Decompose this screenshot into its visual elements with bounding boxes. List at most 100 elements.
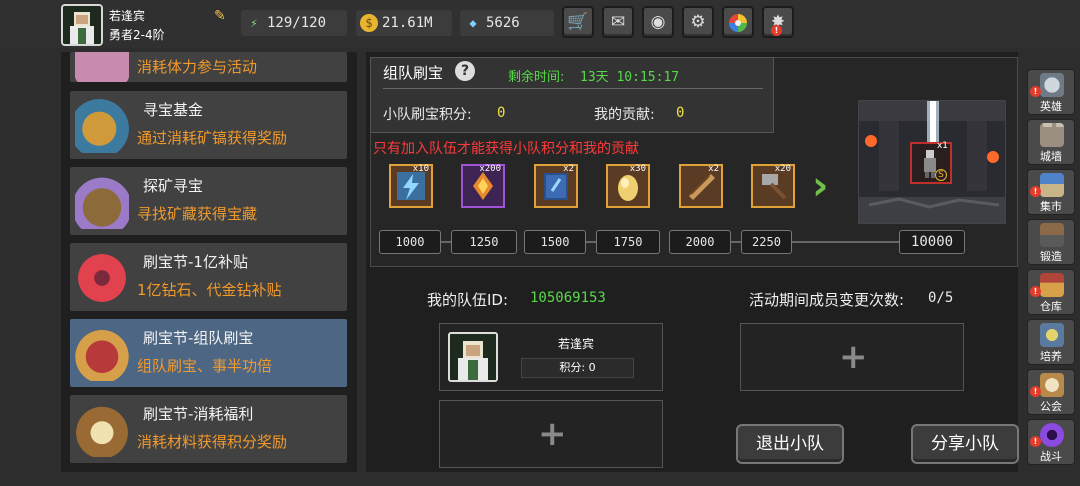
hammer-icon[interactable]: x20 (751, 164, 795, 208)
gem-stat: ◆ 5626 (460, 10, 554, 36)
event-item-treasure-fund[interactable]: 寻宝基金 通过消耗矿镐获得奖励 (70, 91, 347, 159)
top-bar: 若逢宾 勇者2-4阶 ✎ ⚡ 129/120 $ 21.61M ◆ 5626 🛒… (0, 0, 1080, 48)
track-segment (792, 241, 899, 243)
sidebar-label: 战斗 (1040, 450, 1062, 463)
milestone: 1750 (596, 230, 660, 254)
reward-count: x2 (708, 164, 719, 174)
event-item-team-treasure[interactable]: 刷宝节-组队刷宝 组队刷宝、事半功倍 (70, 319, 347, 387)
event-item-mining[interactable]: 探矿寻宝 寻找矿藏获得宝藏 (70, 167, 347, 235)
track-segment (441, 241, 451, 243)
sidebar-label: 锻造 (1040, 250, 1062, 263)
anvil-icon (1040, 223, 1064, 247)
market-icon (1040, 173, 1064, 197)
player-avatar[interactable] (61, 4, 103, 46)
gamepad-icon[interactable]: ◉ (642, 6, 674, 38)
helmet-icon (1040, 73, 1064, 97)
milestone-final: 10000 (899, 230, 965, 254)
milestone: 1000 (379, 230, 441, 254)
divider (383, 88, 763, 89)
event-title: 刷宝节-1亿补贴 (143, 253, 248, 271)
member-name: 若逢宾 (558, 337, 595, 351)
leave-team-button[interactable]: 退出小队 (736, 424, 844, 464)
milestone: 1250 (451, 230, 517, 254)
wall-icon (1040, 123, 1064, 147)
team-id-label: 我的队伍ID: (427, 291, 509, 309)
reward-count: x30 (629, 164, 646, 174)
event-icon (75, 52, 129, 82)
scroll-icon[interactable]: x2 (679, 164, 723, 208)
sidebar-item-market[interactable]: 集市 ! (1027, 169, 1075, 215)
edit-name-icon[interactable]: ✎ (214, 8, 230, 24)
next-arrow-icon[interactable]: › (812, 164, 838, 208)
help-icon[interactable]: ? (455, 61, 475, 81)
member-slot-empty[interactable]: + (740, 323, 964, 391)
portal-icon (1040, 423, 1064, 447)
grade-badge: S (935, 169, 947, 181)
cultivate-icon (1040, 323, 1064, 347)
sidebar-item-hero[interactable]: 英雄 ! (1027, 69, 1075, 115)
reward-count: x20 (774, 164, 791, 174)
gold-value: 21.61M (382, 15, 433, 31)
sidebar-label: 培养 (1040, 350, 1062, 363)
sidebar-item-guild[interactable]: 公会 ! (1027, 369, 1075, 415)
sidebar-item-battle[interactable]: 战斗 ! (1027, 419, 1075, 465)
sidebar-label: 城墙 (1040, 150, 1062, 163)
skill-book-icon[interactable]: x2 (534, 164, 578, 208)
color-wheel-icon[interactable] (722, 6, 754, 38)
track-segment (586, 241, 596, 243)
alert-badge: ! (1030, 286, 1041, 297)
remaining-label: 剩余时间: (508, 70, 565, 85)
red-flower-icon (75, 251, 129, 305)
sidebar-item-cultivate[interactable]: 培养 (1027, 319, 1075, 365)
alert-badge: ! (1030, 86, 1041, 97)
reward-count: x1 (936, 141, 948, 151)
member-slot-1[interactable]: 若逢宾 积分: 0 (439, 323, 663, 391)
shop-cart-icon[interactable]: 🛒 (562, 6, 594, 38)
sidebar-item-forge[interactable]: 锻造 (1027, 219, 1075, 265)
my-contrib-label: 我的贡献: (594, 107, 655, 123)
treasure-bag-icon (75, 99, 129, 153)
alert-badge: ! (771, 25, 782, 36)
sidebar-item-warehouse[interactable]: 仓库 ! (1027, 269, 1075, 315)
my-contrib-value: 0 (676, 105, 685, 121)
reward-count: x200 (479, 164, 501, 174)
sidebar-item-wall[interactable]: 城墙 (1027, 119, 1075, 165)
member-score: 积分: 0 (521, 358, 634, 378)
player-name: 若逢宾 (109, 9, 146, 23)
member-slot-empty[interactable]: + (439, 400, 663, 468)
reward-count: x10 (412, 164, 429, 174)
join-warning: 只有加入队伍才能获得小队积分和我的贡献 (373, 141, 639, 157)
stamina-value: 129/120 (267, 15, 327, 31)
event-title: 寻宝基金 (143, 101, 204, 119)
reward-count: x2 (563, 164, 574, 174)
track-segment (731, 241, 741, 243)
event-desc: 组队刷宝、事半功倍 (137, 357, 273, 375)
fire-crystal-icon[interactable]: x200 (461, 164, 505, 208)
golden-egg-icon[interactable]: x30 (606, 164, 650, 208)
event-item-stamina[interactable]: 消耗体力参与活动 (70, 52, 347, 82)
grand-reward-item[interactable]: x1 S (910, 141, 952, 184)
event-item-subsidy[interactable]: 刷宝节-1亿补贴 1亿钻石、代金钻补贴 (70, 243, 347, 311)
event-desc: 消耗材料获得积分奖励 (137, 433, 288, 451)
milestone: 1500 (524, 230, 586, 254)
panel-title: 组队刷宝 (383, 64, 444, 82)
event-desc: 寻找矿藏获得宝藏 (137, 205, 258, 223)
settings-gear-icon[interactable]: ⚙ (682, 6, 714, 38)
team-id-value: 105069153 (530, 290, 606, 306)
remaining-value: 13天 10:15:17 (580, 70, 680, 85)
gold-stat: $ 21.61M (356, 10, 452, 36)
lightning-scroll-icon[interactable]: x10 (389, 164, 433, 208)
milestone: 2250 (741, 230, 792, 254)
add-member-icon[interactable]: + (839, 340, 868, 374)
diamond-icon: ◆ (469, 16, 477, 30)
stamina-stat: ⚡ 129/120 (241, 10, 347, 36)
share-team-button[interactable]: 分享小队 (911, 424, 1019, 464)
gold-coin-icon: $ (360, 14, 378, 32)
event-desc: 通过消耗矿镐获得奖励 (137, 129, 288, 147)
member-avatar (448, 332, 498, 382)
event-title: 探矿寻宝 (143, 177, 204, 195)
mail-icon[interactable]: ✉ (602, 6, 634, 38)
red-chest-icon (75, 327, 129, 381)
add-member-icon[interactable]: + (538, 417, 567, 451)
event-item-consume-bonus[interactable]: 刷宝节-消耗福利 消耗材料获得积分奖励 (70, 395, 347, 463)
